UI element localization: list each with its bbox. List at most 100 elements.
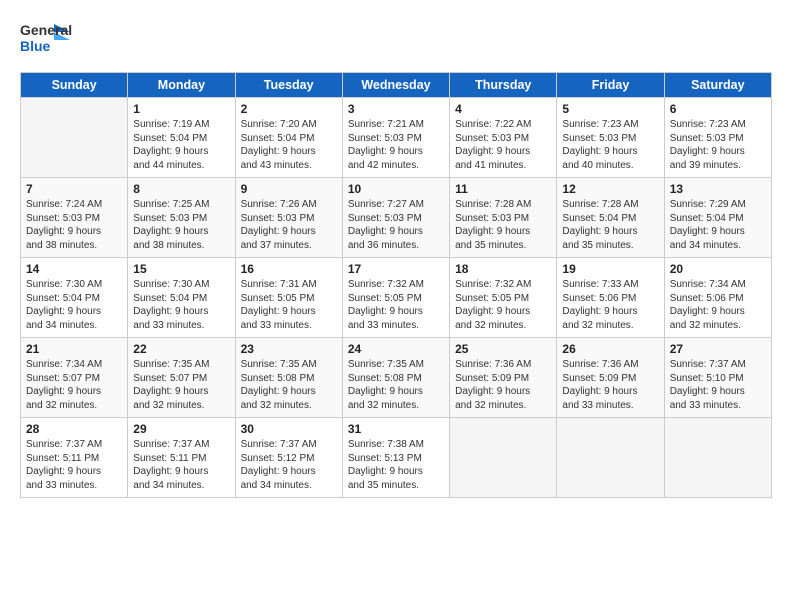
day-info: Sunrise: 7:37 AM Sunset: 5:11 PM Dayligh… [133, 438, 229, 492]
day-info: Sunrise: 7:23 AM Sunset: 5:03 PM Dayligh… [562, 118, 658, 172]
day-number: 12 [562, 182, 658, 196]
day-number: 25 [455, 342, 551, 356]
main-container: GeneralBlue SundayMondayTuesdayWednesday… [0, 0, 792, 508]
calendar-cell: 21 Sunrise: 7:34 AM Sunset: 5:07 PM Dayli… [21, 338, 128, 418]
day-info: Sunrise: 7:20 AM Sunset: 5:04 PM Dayligh… [241, 118, 337, 172]
day-number: 8 [133, 182, 229, 196]
day-number: 14 [26, 262, 122, 276]
day-number: 24 [348, 342, 444, 356]
calendar-cell: 27 Sunrise: 7:37 AM Sunset: 5:10 PM Dayli… [664, 338, 771, 418]
svg-text:Blue: Blue [20, 38, 51, 54]
day-number: 29 [133, 422, 229, 436]
calendar-cell: 12 Sunrise: 7:28 AM Sunset: 5:04 PM Dayli… [557, 178, 664, 258]
day-info: Sunrise: 7:36 AM Sunset: 5:09 PM Dayligh… [455, 358, 551, 412]
calendar-cell [557, 418, 664, 498]
day-info: Sunrise: 7:35 AM Sunset: 5:08 PM Dayligh… [241, 358, 337, 412]
day-number: 16 [241, 262, 337, 276]
weekday-header-saturday: Saturday [664, 73, 771, 98]
day-number: 4 [455, 102, 551, 116]
calendar-cell: 9 Sunrise: 7:26 AM Sunset: 5:03 PM Daylig… [235, 178, 342, 258]
day-info: Sunrise: 7:30 AM Sunset: 5:04 PM Dayligh… [26, 278, 122, 332]
day-info: Sunrise: 7:32 AM Sunset: 5:05 PM Dayligh… [455, 278, 551, 332]
calendar-table: SundayMondayTuesdayWednesdayThursdayFrid… [20, 72, 772, 498]
day-number: 20 [670, 262, 766, 276]
calendar-cell: 15 Sunrise: 7:30 AM Sunset: 5:04 PM Dayli… [128, 258, 235, 338]
day-info: Sunrise: 7:34 AM Sunset: 5:07 PM Dayligh… [26, 358, 122, 412]
day-info: Sunrise: 7:29 AM Sunset: 5:04 PM Dayligh… [670, 198, 766, 252]
day-info: Sunrise: 7:31 AM Sunset: 5:05 PM Dayligh… [241, 278, 337, 332]
calendar-cell: 4 Sunrise: 7:22 AM Sunset: 5:03 PM Daylig… [450, 98, 557, 178]
calendar-cell: 6 Sunrise: 7:23 AM Sunset: 5:03 PM Daylig… [664, 98, 771, 178]
calendar-cell: 20Sunrise: 7:34 AM Sunset: 5:06 PM Dayli… [664, 258, 771, 338]
weekday-header-friday: Friday [557, 73, 664, 98]
day-info: Sunrise: 7:28 AM Sunset: 5:03 PM Dayligh… [455, 198, 551, 252]
calendar-cell: 5 Sunrise: 7:23 AM Sunset: 5:03 PM Daylig… [557, 98, 664, 178]
day-number: 2 [241, 102, 337, 116]
calendar-cell: 25 Sunrise: 7:36 AM Sunset: 5:09 PM Dayli… [450, 338, 557, 418]
day-info: Sunrise: 7:35 AM Sunset: 5:08 PM Dayligh… [348, 358, 444, 412]
day-number: 30 [241, 422, 337, 436]
day-info: Sunrise: 7:32 AM Sunset: 5:05 PM Dayligh… [348, 278, 444, 332]
day-info: Sunrise: 7:37 AM Sunset: 5:12 PM Dayligh… [241, 438, 337, 492]
day-number: 31 [348, 422, 444, 436]
day-number: 23 [241, 342, 337, 356]
day-info: Sunrise: 7:37 AM Sunset: 5:10 PM Dayligh… [670, 358, 766, 412]
weekday-header-sunday: Sunday [21, 73, 128, 98]
weekday-header-thursday: Thursday [450, 73, 557, 98]
calendar-cell: 1Sunrise: 7:19 AM Sunset: 5:04 PM Daylig… [128, 98, 235, 178]
day-info: Sunrise: 7:38 AM Sunset: 5:13 PM Dayligh… [348, 438, 444, 492]
day-info: Sunrise: 7:23 AM Sunset: 5:03 PM Dayligh… [670, 118, 766, 172]
day-info: Sunrise: 7:37 AM Sunset: 5:11 PM Dayligh… [26, 438, 122, 492]
day-info: Sunrise: 7:36 AM Sunset: 5:09 PM Dayligh… [562, 358, 658, 412]
day-number: 17 [348, 262, 444, 276]
day-number: 18 [455, 262, 551, 276]
day-info: Sunrise: 7:21 AM Sunset: 5:03 PM Dayligh… [348, 118, 444, 172]
calendar-cell: 26 Sunrise: 7:36 AM Sunset: 5:09 PM Dayli… [557, 338, 664, 418]
calendar-cell: 24 Sunrise: 7:35 AM Sunset: 5:08 PM Dayli… [342, 338, 449, 418]
day-number: 5 [562, 102, 658, 116]
day-number: 15 [133, 262, 229, 276]
day-info: Sunrise: 7:35 AM Sunset: 5:07 PM Dayligh… [133, 358, 229, 412]
calendar-week-3: 14 Sunrise: 7:30 AM Sunset: 5:04 PM Dayli… [21, 258, 772, 338]
day-info: Sunrise: 7:30 AM Sunset: 5:04 PM Dayligh… [133, 278, 229, 332]
logo-icon: GeneralBlue [20, 18, 72, 60]
header: GeneralBlue [20, 18, 772, 60]
day-info: Sunrise: 7:25 AM Sunset: 5:03 PM Dayligh… [133, 198, 229, 252]
day-info: Sunrise: 7:22 AM Sunset: 5:03 PM Dayligh… [455, 118, 551, 172]
calendar-cell: 30 Sunrise: 7:37 AM Sunset: 5:12 PM Dayli… [235, 418, 342, 498]
calendar-cell: 7Sunrise: 7:24 AM Sunset: 5:03 PM Daylig… [21, 178, 128, 258]
calendar-cell: 29 Sunrise: 7:37 AM Sunset: 5:11 PM Dayli… [128, 418, 235, 498]
weekday-header-row: SundayMondayTuesdayWednesdayThursdayFrid… [21, 73, 772, 98]
calendar-cell: 31 Sunrise: 7:38 AM Sunset: 5:13 PM Dayli… [342, 418, 449, 498]
day-info: Sunrise: 7:26 AM Sunset: 5:03 PM Dayligh… [241, 198, 337, 252]
calendar-cell: 2 Sunrise: 7:20 AM Sunset: 5:04 PM Daylig… [235, 98, 342, 178]
day-number: 10 [348, 182, 444, 196]
calendar-cell [21, 98, 128, 178]
calendar-cell: 23 Sunrise: 7:35 AM Sunset: 5:08 PM Dayli… [235, 338, 342, 418]
day-info: Sunrise: 7:28 AM Sunset: 5:04 PM Dayligh… [562, 198, 658, 252]
day-number: 28 [26, 422, 122, 436]
day-number: 3 [348, 102, 444, 116]
calendar-cell: 16 Sunrise: 7:31 AM Sunset: 5:05 PM Dayli… [235, 258, 342, 338]
day-number: 27 [670, 342, 766, 356]
calendar-week-1: 1Sunrise: 7:19 AM Sunset: 5:04 PM Daylig… [21, 98, 772, 178]
calendar-week-2: 7Sunrise: 7:24 AM Sunset: 5:03 PM Daylig… [21, 178, 772, 258]
day-number: 26 [562, 342, 658, 356]
calendar-week-4: 21 Sunrise: 7:34 AM Sunset: 5:07 PM Dayli… [21, 338, 772, 418]
calendar-cell: 3 Sunrise: 7:21 AM Sunset: 5:03 PM Daylig… [342, 98, 449, 178]
calendar-cell: 19 Sunrise: 7:33 AM Sunset: 5:06 PM Dayli… [557, 258, 664, 338]
day-info: Sunrise: 7:33 AM Sunset: 5:06 PM Dayligh… [562, 278, 658, 332]
day-number: 1 [133, 102, 229, 116]
calendar-cell: 10Sunrise: 7:27 AM Sunset: 5:03 PM Dayli… [342, 178, 449, 258]
day-number: 6 [670, 102, 766, 116]
day-number: 11 [455, 182, 551, 196]
calendar-cell: 18 Sunrise: 7:32 AM Sunset: 5:05 PM Dayli… [450, 258, 557, 338]
calendar-cell: 11 Sunrise: 7:28 AM Sunset: 5:03 PM Dayli… [450, 178, 557, 258]
calendar-cell: 14 Sunrise: 7:30 AM Sunset: 5:04 PM Dayli… [21, 258, 128, 338]
weekday-header-wednesday: Wednesday [342, 73, 449, 98]
day-number: 9 [241, 182, 337, 196]
day-number: 21 [26, 342, 122, 356]
weekday-header-monday: Monday [128, 73, 235, 98]
day-number: 19 [562, 262, 658, 276]
calendar-cell: 17 Sunrise: 7:32 AM Sunset: 5:05 PM Dayli… [342, 258, 449, 338]
